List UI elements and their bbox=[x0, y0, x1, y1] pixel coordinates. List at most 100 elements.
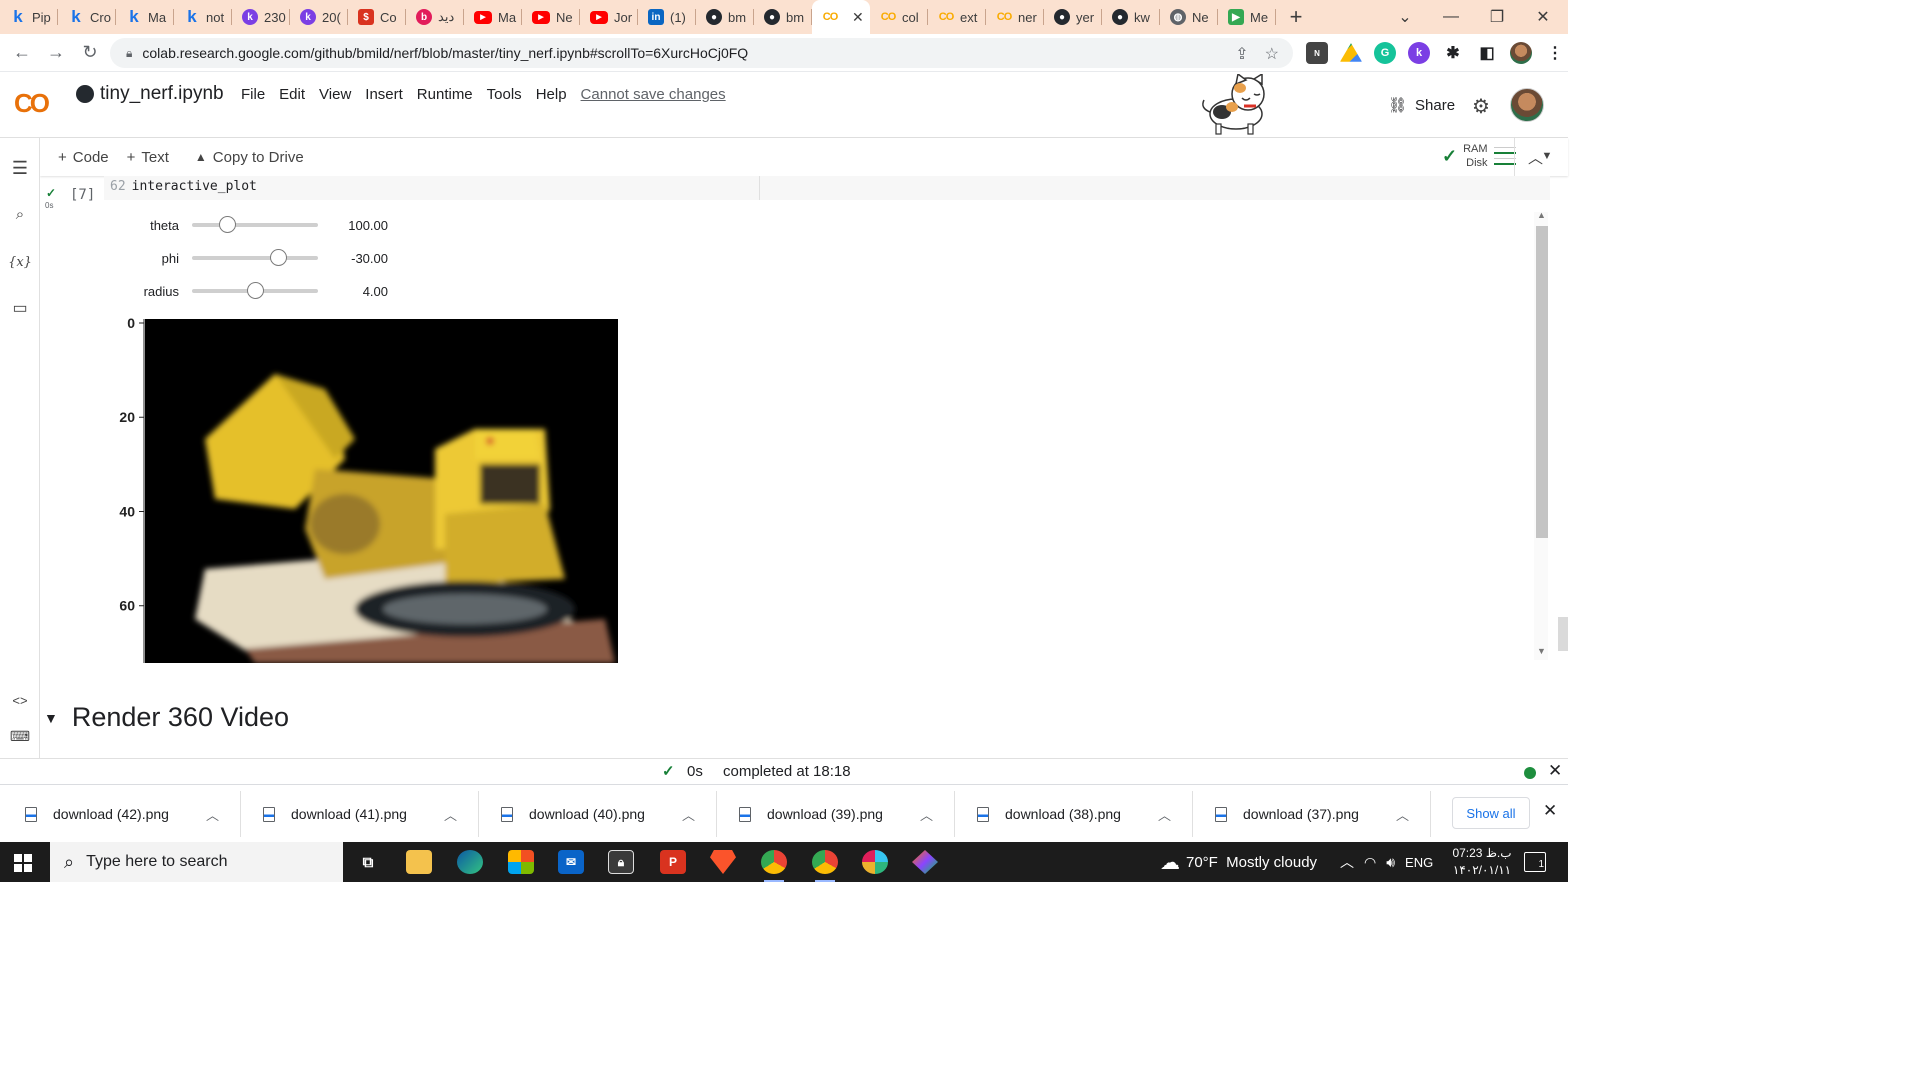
wifi-icon[interactable]: ◠ bbox=[1364, 854, 1376, 871]
mail-icon[interactable]: ✉ bbox=[558, 850, 584, 874]
extensions-puzzle-icon[interactable]: ✱ bbox=[1442, 42, 1464, 64]
browser-tab[interactable]: CO ner bbox=[986, 0, 1044, 34]
show-all-downloads-button[interactable]: Show all bbox=[1452, 797, 1530, 829]
browser-tab[interactable]: k Cro bbox=[58, 0, 116, 34]
download-item[interactable]: download (39).png ︿ bbox=[717, 791, 955, 837]
scroll-down-arrow-icon[interactable]: ▼ bbox=[1537, 646, 1546, 656]
files-folder-icon[interactable]: ▭ bbox=[8, 296, 32, 320]
browser-tab[interactable]: ▶ Ne bbox=[522, 0, 580, 34]
brave-browser-icon[interactable] bbox=[710, 850, 736, 874]
browser-tab[interactable]: ● kw bbox=[1102, 0, 1160, 34]
download-options-chevron-icon[interactable]: ︿ bbox=[1396, 805, 1430, 824]
settings-gear-icon[interactable]: ⚙︎ bbox=[1472, 94, 1490, 119]
download-item[interactable]: download (40).png ︿ bbox=[479, 791, 717, 837]
close-tab-icon[interactable]: ✕ bbox=[852, 9, 864, 26]
menu-file[interactable]: File bbox=[241, 86, 265, 103]
download-options-chevron-icon[interactable]: ︿ bbox=[206, 805, 240, 824]
taskbar-clock[interactable]: 07:23 ب.ظ ۱۴۰۲/۰۱/۱۱ bbox=[1448, 845, 1516, 879]
browser-tab[interactable]: k 20( bbox=[290, 0, 348, 34]
close-download-shelf-icon[interactable]: ✕ bbox=[1543, 801, 1557, 821]
slider-handle[interactable] bbox=[269, 249, 287, 266]
download-item[interactable]: download (37).png ︿ bbox=[1193, 791, 1431, 837]
edge-browser-icon[interactable] bbox=[457, 850, 483, 874]
news-extension-icon[interactable]: N bbox=[1306, 42, 1328, 64]
google-drive-extension-icon[interactable] bbox=[1340, 43, 1362, 62]
cell-exec-count[interactable]: [7] bbox=[70, 187, 95, 203]
slider-track[interactable] bbox=[192, 282, 318, 299]
taskbar-search-box[interactable]: ⌕ Type here to search bbox=[50, 842, 343, 882]
file-explorer-icon[interactable] bbox=[406, 850, 432, 874]
resources-dropdown-icon[interactable]: ▼ bbox=[1542, 150, 1553, 162]
browser-tab[interactable]: ● yer bbox=[1044, 0, 1102, 34]
profile-avatar-icon[interactable] bbox=[1510, 42, 1532, 64]
notebook-title[interactable]: tiny_nerf.ipynb bbox=[76, 83, 224, 105]
forward-icon[interactable]: → bbox=[39, 42, 73, 63]
bookmark-star-icon[interactable]: ☆ bbox=[1265, 44, 1279, 64]
menu-view[interactable]: View bbox=[319, 86, 351, 103]
k-extension-icon[interactable]: k bbox=[1408, 42, 1430, 64]
download-options-chevron-icon[interactable]: ︿ bbox=[682, 805, 716, 824]
task-view-icon[interactable]: ⧉ bbox=[355, 850, 381, 874]
microsoft-store-icon[interactable] bbox=[508, 850, 534, 874]
section-header[interactable]: ▼ Render 360 Video bbox=[44, 702, 289, 733]
menu-insert[interactable]: Insert bbox=[365, 86, 403, 103]
collapse-caret-icon[interactable]: ▼ bbox=[44, 710, 58, 726]
command-palette-icon[interactable]: ⌨︎ bbox=[8, 724, 32, 748]
code-snippets-icon[interactable]: <> bbox=[8, 688, 32, 712]
browser-tab[interactable]: CO ext bbox=[928, 0, 986, 34]
restore-icon[interactable]: ❐ bbox=[1474, 0, 1520, 34]
share-page-icon[interactable]: ⇪ bbox=[1235, 44, 1248, 64]
browser-tab[interactable]: in (1) bbox=[638, 0, 696, 34]
menu-tools[interactable]: Tools bbox=[487, 86, 522, 103]
download-options-chevron-icon[interactable]: ︿ bbox=[920, 805, 954, 824]
download-item[interactable]: download (41).png ︿ bbox=[241, 791, 479, 837]
lock-app-icon[interactable]: 🔒︎ bbox=[608, 850, 634, 874]
menu-help[interactable]: Help bbox=[536, 86, 567, 103]
download-options-chevron-icon[interactable]: ︿ bbox=[444, 805, 478, 824]
browser-menu-icon[interactable]: ⋮ bbox=[1544, 42, 1566, 64]
browser-tab[interactable]: ▶ Jor bbox=[580, 0, 638, 34]
close-status-icon[interactable]: ✕ bbox=[1548, 761, 1562, 781]
slider-track[interactable] bbox=[192, 249, 318, 266]
back-icon[interactable]: ← bbox=[5, 42, 39, 63]
close-window-icon[interactable]: ✕ bbox=[1520, 0, 1566, 34]
minimize-icon[interactable]: — bbox=[1428, 0, 1474, 34]
windows-start-icon[interactable] bbox=[14, 854, 32, 872]
browser-tab[interactable]: ◍ Ne bbox=[1160, 0, 1218, 34]
collapse-header-icon[interactable]: ︿ bbox=[1528, 147, 1543, 168]
colab-logo[interactable]: CO bbox=[14, 88, 50, 119]
download-item[interactable]: download (38).png ︿ bbox=[955, 791, 1193, 837]
copy-to-drive-button[interactable]: ▲ Copy to Drive bbox=[186, 149, 313, 166]
cannot-save-link[interactable]: Cannot save changes bbox=[581, 86, 726, 103]
browser-tab[interactable]: k Pip bbox=[0, 0, 58, 34]
app-diamond-icon[interactable] bbox=[912, 850, 938, 874]
chrome-icon[interactable] bbox=[761, 850, 787, 882]
tray-overflow-icon[interactable]: ︿ bbox=[1340, 852, 1354, 872]
volume-icon[interactable]: 🔊︎ bbox=[1386, 854, 1395, 871]
browser-tab[interactable]: ● bm bbox=[696, 0, 754, 34]
variables-icon[interactable]: {x} bbox=[8, 250, 32, 274]
account-avatar[interactable] bbox=[1510, 88, 1544, 122]
menu-runtime[interactable]: Runtime bbox=[417, 86, 473, 103]
slack-icon[interactable] bbox=[862, 850, 888, 874]
code-editor[interactable]: 62 interactive_plot bbox=[104, 176, 760, 200]
output-scrollbar-thumb[interactable] bbox=[1536, 226, 1548, 538]
page-scrollbar-thumb[interactable] bbox=[1558, 617, 1568, 651]
search-icon[interactable]: ⌕ bbox=[8, 202, 32, 226]
add-text-button[interactable]: + Text bbox=[118, 149, 178, 166]
add-code-button[interactable]: + Code bbox=[40, 149, 118, 166]
download-options-chevron-icon[interactable]: ︿ bbox=[1158, 805, 1192, 824]
reload-icon[interactable]: ↻ bbox=[73, 42, 107, 63]
menu-edit[interactable]: Edit bbox=[279, 86, 305, 103]
slider-handle[interactable] bbox=[247, 282, 264, 299]
browser-tab[interactable]: ● bm bbox=[754, 0, 812, 34]
browser-tab[interactable]: ▶ Ma bbox=[464, 0, 522, 34]
grammarly-extension-icon[interactable]: G bbox=[1374, 42, 1396, 64]
browser-tab[interactable]: b دید bbox=[406, 0, 464, 34]
table-of-contents-icon[interactable]: ☰ bbox=[8, 156, 32, 180]
scroll-up-arrow-icon[interactable]: ▲ bbox=[1537, 210, 1546, 220]
weather-widget[interactable]: ☁︎ 70°F Mostly cloudy bbox=[1160, 842, 1317, 882]
language-indicator[interactable]: ENG bbox=[1405, 855, 1433, 870]
powerpoint-app-icon[interactable]: P bbox=[660, 850, 686, 874]
url-field[interactable]: 🔒︎ colab.research.google.com/github/bmil… bbox=[110, 38, 1293, 68]
